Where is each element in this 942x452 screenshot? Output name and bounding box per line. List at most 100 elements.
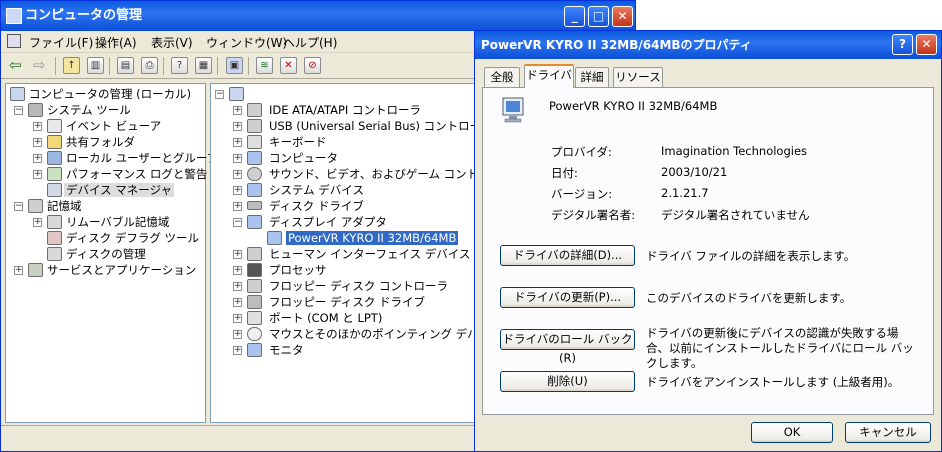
device-item-selected[interactable]: PowerVR KYRO II 32MB/64MB xyxy=(267,230,459,246)
expand-icon[interactable]: + xyxy=(233,154,242,163)
help-icon[interactable]: ? xyxy=(171,57,188,74)
tools-icon xyxy=(28,103,43,117)
maximize-button[interactable]: □ xyxy=(588,6,609,27)
menu-view[interactable]: 表示(V) xyxy=(151,34,193,51)
device-category[interactable]: + フロッピー ディスク コントローラ xyxy=(233,278,448,294)
device-category[interactable]: + ポート (COM と LPT) xyxy=(233,310,382,326)
expand-icon[interactable]: + xyxy=(233,186,242,195)
expand-icon[interactable]: + xyxy=(14,266,23,275)
expand-icon[interactable]: + xyxy=(33,138,42,147)
forward-icon[interactable]: ⇨ xyxy=(33,56,46,74)
expand-icon[interactable]: + xyxy=(233,202,242,211)
device-category[interactable]: + コンピュータ xyxy=(233,150,338,166)
device-category[interactable]: + システム デバイス xyxy=(233,182,364,198)
defrag-icon xyxy=(47,231,62,245)
computer-icon xyxy=(247,151,262,165)
properties-icon[interactable]: ▤ xyxy=(117,57,134,74)
console-icon[interactable]: ▦ xyxy=(195,57,212,74)
signer-label: デジタル署名者: xyxy=(551,208,636,222)
tree-item-event-viewer[interactable]: + イベント ビューア xyxy=(33,118,161,134)
menu-action[interactable]: 操作(A) xyxy=(95,34,137,51)
expand-icon[interactable]: + xyxy=(233,346,242,355)
system-menu-icon[interactable] xyxy=(7,34,21,48)
device-tree-root[interactable]: − xyxy=(215,86,248,102)
menu-help[interactable]: ヘルプ(H) xyxy=(283,34,337,51)
collapse-icon[interactable]: − xyxy=(14,202,23,211)
print-icon[interactable]: ⎙ xyxy=(141,57,158,74)
device-category[interactable]: + USB (Universal Serial Bus) コントローラ xyxy=(233,118,493,134)
update-driver-desc: このデバイスのドライバを更新します。 xyxy=(646,291,852,305)
tab-details[interactable]: 詳細 xyxy=(575,67,609,87)
scan-hardware-icon[interactable]: ▣ xyxy=(226,57,243,74)
tree-item-system-tools[interactable]: − システム ツール xyxy=(14,102,131,118)
expand-icon[interactable]: + xyxy=(33,170,42,179)
signer-value: デジタル署名されていません xyxy=(661,208,810,222)
tree-item-shared-folders[interactable]: + 共有フォルダ xyxy=(33,134,135,150)
disable-icon[interactable]: ⊘ xyxy=(304,57,321,74)
driver-details-desc: ドライバ ファイルの詳細を表示します。 xyxy=(646,249,856,263)
tree-item-local-users[interactable]: + ローカル ユーザーとグループ xyxy=(33,150,218,166)
device-category[interactable]: + キーボード xyxy=(233,134,327,150)
device-category[interactable]: + ヒューマン インターフェイス デバイス xyxy=(233,246,470,262)
expand-icon[interactable]: + xyxy=(33,154,42,163)
tree-root[interactable]: コンピュータの管理 (ローカル) xyxy=(10,86,191,102)
cancel-button[interactable]: キャンセル xyxy=(845,422,931,443)
collapse-icon[interactable]: − xyxy=(233,218,242,227)
expand-icon[interactable]: + xyxy=(233,282,242,291)
device-category[interactable]: + フロッピー ディスク ドライブ xyxy=(233,294,425,310)
device-category[interactable]: + マウスとそのほかのポインティング デバイス xyxy=(233,326,501,342)
tree-item-label: 記憶域 xyxy=(47,199,82,213)
device-category[interactable]: + ディスク ドライブ xyxy=(233,198,364,214)
display-adapter-icon xyxy=(247,215,262,229)
back-icon[interactable]: ⇦ xyxy=(9,56,22,74)
minimize-button[interactable]: _ xyxy=(564,6,585,27)
tree-item-removable-storage[interactable]: + リムーバブル記憶域 xyxy=(33,214,169,230)
tree-item-device-manager[interactable]: デバイス マネージャ xyxy=(33,182,175,198)
tree-item-performance-logs[interactable]: + パフォーマンス ログと警告 xyxy=(33,166,207,182)
help-button[interactable]: ? xyxy=(892,34,913,55)
menu-file[interactable]: ファイル(F) xyxy=(29,34,93,51)
collapse-icon[interactable]: − xyxy=(14,106,23,115)
expand-icon[interactable]: + xyxy=(33,218,42,227)
expand-icon[interactable]: + xyxy=(233,122,242,131)
device-category[interactable]: − ディスプレイ アダプタ xyxy=(233,214,387,230)
device-category[interactable]: + プロセッサ xyxy=(233,262,327,278)
uninstall-icon[interactable]: ✕ xyxy=(280,57,297,74)
tree-item-label: デバイス マネージャ xyxy=(64,183,175,197)
tree-item-disk-defrag[interactable]: ディスク デフラグ ツール xyxy=(33,230,199,246)
expand-icon[interactable]: + xyxy=(233,170,242,179)
uninstall-button[interactable]: 削除(U) xyxy=(500,371,635,392)
expand-icon[interactable]: + xyxy=(233,266,242,275)
device-category[interactable]: + モニタ xyxy=(233,342,304,358)
expand-icon[interactable]: + xyxy=(33,122,42,131)
up-folder-icon[interactable]: ↑ xyxy=(63,57,80,74)
tree-item-label: サービスとアプリケーション xyxy=(47,263,197,277)
rollback-driver-button[interactable]: ドライバのロール バック(R) xyxy=(500,329,635,365)
expand-icon[interactable]: + xyxy=(233,106,242,115)
update-driver-button[interactable]: ドライバの更新(P)... xyxy=(500,287,635,308)
show-tree-icon[interactable]: ▥ xyxy=(87,57,104,74)
tree-item-disk-management[interactable]: ディスクの管理 xyxy=(33,246,146,262)
tab-driver[interactable]: ドライバ xyxy=(524,64,574,88)
ok-button[interactable]: OK xyxy=(751,422,833,443)
expand-icon[interactable]: + xyxy=(233,138,242,147)
update-driver-icon[interactable]: ≋ xyxy=(256,57,273,74)
tree-item-storage[interactable]: − 記憶域 xyxy=(14,198,82,214)
driver-details-button[interactable]: ドライバの詳細(D)... xyxy=(500,245,635,266)
tab-resources[interactable]: リソース xyxy=(613,67,663,87)
expand-icon[interactable]: + xyxy=(233,314,242,323)
performance-icon xyxy=(47,167,62,181)
usb-icon xyxy=(247,119,262,133)
expand-icon[interactable]: + xyxy=(233,298,242,307)
expand-icon[interactable]: + xyxy=(233,330,242,339)
computer-icon xyxy=(10,87,25,101)
device-category[interactable]: + IDE ATA/ATAPI コントローラ xyxy=(233,102,421,118)
close-button[interactable]: ✕ xyxy=(612,6,633,27)
menu-window[interactable]: ウィンドウ(W) xyxy=(206,34,287,51)
device-category[interactable]: + サウンド、ビデオ、およびゲーム コントローラ xyxy=(233,166,513,182)
expand-icon[interactable]: + xyxy=(233,250,242,259)
tree-item-services-apps[interactable]: + サービスとアプリケーション xyxy=(14,262,196,278)
tab-general[interactable]: 全般 xyxy=(484,67,520,87)
dialog-close-button[interactable]: ✕ xyxy=(916,34,937,55)
collapse-icon[interactable]: − xyxy=(215,90,224,99)
